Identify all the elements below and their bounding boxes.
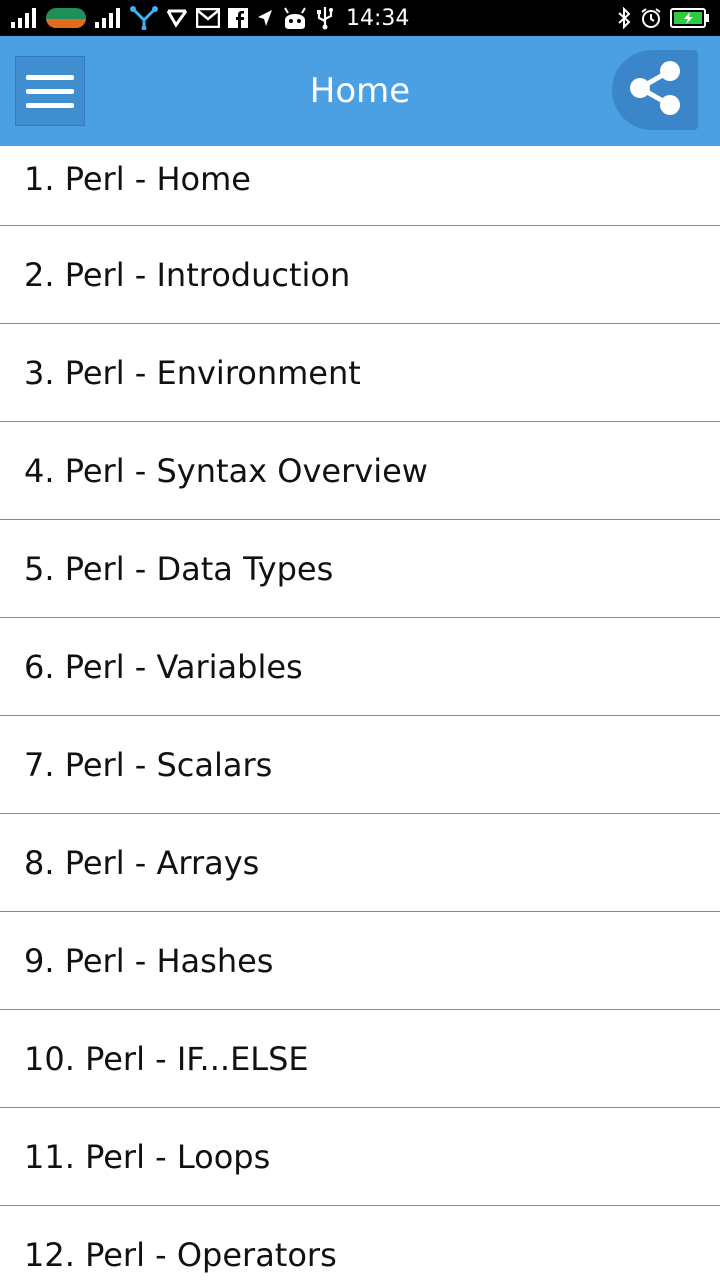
chapter-list: 1. Perl - Home 2. Perl - Introduction 3.…: [0, 146, 720, 1280]
signal-icon: [94, 6, 122, 30]
list-item-label: 1. Perl - Home: [24, 160, 251, 198]
list-item-label: 11. Perl - Loops: [24, 1137, 271, 1176]
list-item-label: 8. Perl - Arrays: [24, 843, 260, 882]
list-item[interactable]: 4. Perl - Syntax Overview: [0, 422, 720, 520]
status-bar-right: [616, 6, 710, 30]
list-item[interactable]: 12. Perl - Operators: [0, 1206, 720, 1280]
list-item-label: 6. Perl - Variables: [24, 647, 303, 686]
list-item-label: 5. Perl - Data Types: [24, 549, 334, 588]
alarm-icon: [640, 6, 662, 30]
check-icon: [166, 6, 188, 30]
list-item-label: 2. Perl - Introduction: [24, 255, 351, 294]
list-item-label: 12. Perl - Operators: [24, 1235, 337, 1274]
list-item-label: 10. Perl - IF...ELSE: [24, 1039, 309, 1078]
screen: 14:34 Home 1. Perl - Home 2. Perl - Intr…: [0, 0, 720, 1280]
status-bar-left: 14:34: [10, 6, 409, 31]
list-item-label: 4. Perl - Syntax Overview: [24, 451, 428, 490]
network-share-icon: [130, 6, 158, 30]
list-item-label: 7. Perl - Scalars: [24, 745, 273, 784]
navigation-icon: [256, 6, 274, 30]
bluetooth-icon: [616, 6, 632, 30]
list-item[interactable]: 1. Perl - Home: [0, 146, 720, 226]
list-item[interactable]: 5. Perl - Data Types: [0, 520, 720, 618]
clock-time: 14:34: [346, 5, 410, 31]
gmail-icon: [196, 6, 220, 30]
list-item-label: 3. Perl - Environment: [24, 353, 361, 392]
facebook-icon: [228, 6, 248, 30]
list-item[interactable]: 3. Perl - Environment: [0, 324, 720, 422]
list-item[interactable]: 2. Perl - Introduction: [0, 226, 720, 324]
list-item[interactable]: 10. Perl - IF...ELSE: [0, 1010, 720, 1108]
list-item[interactable]: 7. Perl - Scalars: [0, 716, 720, 814]
app-bar: Home: [0, 36, 720, 146]
list-item-label: 9. Perl - Hashes: [24, 941, 274, 980]
battery-charging-icon: [670, 6, 710, 30]
share-button[interactable]: [612, 50, 698, 130]
list-item[interactable]: 11. Perl - Loops: [0, 1108, 720, 1206]
signal-icon: [10, 6, 38, 30]
status-bar: 14:34: [0, 0, 720, 36]
carrier-logo-icon: [46, 6, 86, 30]
android-icon: [282, 6, 308, 30]
list-item[interactable]: 6. Perl - Variables: [0, 618, 720, 716]
list-item[interactable]: 8. Perl - Arrays: [0, 814, 720, 912]
usb-icon: [316, 6, 334, 30]
share-icon: [625, 58, 685, 122]
list-item[interactable]: 9. Perl - Hashes: [0, 912, 720, 1010]
